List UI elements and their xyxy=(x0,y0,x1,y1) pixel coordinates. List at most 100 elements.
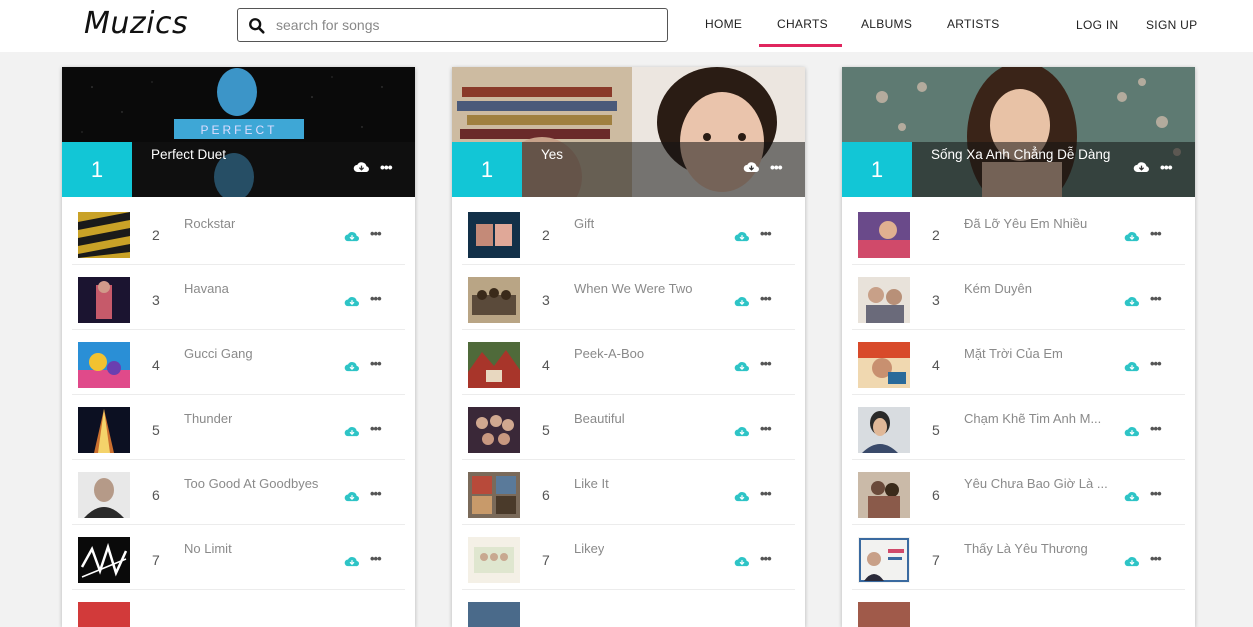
list-item[interactable]: 5 Thunder ••• xyxy=(72,395,405,460)
chart-top-banner[interactable]: 1 Yes ••• xyxy=(452,67,805,197)
download-icon[interactable] xyxy=(734,425,750,438)
song-rank: 4 xyxy=(932,357,940,373)
more-options-icon[interactable]: ••• xyxy=(760,356,772,371)
song-title[interactable]: Yêu Chưa Bao Giờ Là ... xyxy=(964,476,1108,491)
download-icon[interactable] xyxy=(1124,555,1140,568)
song-title[interactable]: When We Were Two xyxy=(574,281,693,296)
song-title[interactable]: Thấy Là Yêu Thương xyxy=(964,541,1088,556)
list-item[interactable]: 5 Beautiful ••• xyxy=(462,395,795,460)
song-title[interactable]: Thunder xyxy=(184,411,232,426)
download-icon[interactable] xyxy=(1124,230,1140,243)
song-title[interactable]: Peek-A-Boo xyxy=(574,346,644,361)
more-options-icon[interactable]: ••• xyxy=(370,421,382,436)
list-item[interactable]: 3 When We Were Two ••• xyxy=(462,265,795,330)
more-options-icon[interactable]: ••• xyxy=(1150,291,1162,306)
list-item[interactable]: 6 Too Good At Goodbyes ••• xyxy=(72,460,405,525)
list-item[interactable]: 4 Peek-A-Boo ••• xyxy=(462,330,795,395)
top-song-title[interactable]: Perfect Duet xyxy=(151,147,226,162)
song-title[interactable]: Chạm Khẽ Tim Anh M... xyxy=(964,411,1101,426)
search-icon[interactable] xyxy=(248,17,266,35)
list-item[interactable]: 6 Yêu Chưa Bao Giờ Là ... ••• xyxy=(852,460,1185,525)
download-icon[interactable] xyxy=(344,230,360,243)
list-item[interactable]: 4 Gucci Gang ••• xyxy=(72,330,405,395)
more-options-icon[interactable]: ••• xyxy=(760,486,772,501)
nav-artists[interactable]: ARTISTS xyxy=(947,17,1000,31)
more-options-icon[interactable]: ••• xyxy=(370,226,382,241)
download-icon[interactable] xyxy=(734,230,750,243)
download-icon[interactable] xyxy=(1124,490,1140,503)
list-item[interactable]: 2 Rockstar ••• xyxy=(72,200,405,265)
more-options-icon[interactable]: ••• xyxy=(760,421,772,436)
download-icon[interactable] xyxy=(344,425,360,438)
download-icon[interactable] xyxy=(734,295,750,308)
search-input[interactable] xyxy=(276,14,656,36)
nav-albums[interactable]: ALBUMS xyxy=(861,17,912,31)
download-icon[interactable] xyxy=(344,555,360,568)
more-options-icon[interactable]: ••• xyxy=(380,159,393,175)
song-title[interactable]: Kém Duyên xyxy=(964,281,1032,296)
nav-home[interactable]: HOME xyxy=(705,17,742,31)
download-icon[interactable] xyxy=(1124,425,1140,438)
site-logo[interactable]: Muzics xyxy=(84,6,188,41)
list-item-partial[interactable] xyxy=(852,590,1185,627)
song-title[interactable]: Like It xyxy=(574,476,609,491)
song-title[interactable]: Gift xyxy=(574,216,594,231)
download-icon[interactable] xyxy=(734,555,750,568)
search-box[interactable] xyxy=(237,8,668,42)
more-options-icon[interactable]: ••• xyxy=(1150,486,1162,501)
song-title[interactable]: Beautiful xyxy=(574,411,625,426)
download-icon[interactable] xyxy=(344,490,360,503)
song-title[interactable]: Likey xyxy=(574,541,604,556)
list-item[interactable]: 6 Like It ••• xyxy=(462,460,795,525)
more-options-icon[interactable]: ••• xyxy=(1150,421,1162,436)
download-icon[interactable] xyxy=(1124,295,1140,308)
list-item-partial[interactable] xyxy=(462,590,795,627)
more-options-icon[interactable]: ••• xyxy=(1150,551,1162,566)
list-item[interactable]: 7 No Limit ••• xyxy=(72,525,405,590)
song-title[interactable]: Đã Lỡ Yêu Em Nhiều xyxy=(964,216,1087,231)
list-item[interactable]: 2 Gift ••• xyxy=(462,200,795,265)
list-item-partial[interactable] xyxy=(72,590,405,627)
list-item[interactable]: 2 Đã Lỡ Yêu Em Nhiều ••• xyxy=(852,200,1185,265)
top-song-title[interactable]: Yes xyxy=(541,147,563,162)
more-options-icon[interactable]: ••• xyxy=(760,551,772,566)
download-icon[interactable] xyxy=(344,360,360,373)
download-icon[interactable] xyxy=(1124,360,1140,373)
list-item[interactable]: 3 Havana ••• xyxy=(72,265,405,330)
chart-top-banner[interactable]: 1 Sống Xa Anh Chẳng Dễ Dàng ••• xyxy=(842,67,1195,197)
download-icon[interactable] xyxy=(1133,160,1150,174)
list-item[interactable]: 3 Kém Duyên ••• xyxy=(852,265,1185,330)
signup-link[interactable]: SIGN UP xyxy=(1146,18,1197,32)
download-icon[interactable] xyxy=(743,160,760,174)
download-icon[interactable] xyxy=(353,160,370,174)
more-options-icon[interactable]: ••• xyxy=(770,159,783,175)
song-title[interactable]: Too Good At Goodbyes xyxy=(184,476,318,491)
download-icon[interactable] xyxy=(734,490,750,503)
list-item[interactable]: 7 Thấy Là Yêu Thương ••• xyxy=(852,525,1185,590)
download-icon[interactable] xyxy=(344,295,360,308)
song-title[interactable]: Gucci Gang xyxy=(184,346,253,361)
more-options-icon[interactable]: ••• xyxy=(370,551,382,566)
song-title[interactable]: Rockstar xyxy=(184,216,235,231)
download-icon[interactable] xyxy=(734,360,750,373)
song-rank: 7 xyxy=(542,552,550,568)
list-item[interactable]: 7 Likey ••• xyxy=(462,525,795,590)
more-options-icon[interactable]: ••• xyxy=(760,291,772,306)
song-title[interactable]: No Limit xyxy=(184,541,232,556)
more-options-icon[interactable]: ••• xyxy=(370,291,382,306)
login-link[interactable]: LOG IN xyxy=(1076,18,1118,32)
more-options-icon[interactable]: ••• xyxy=(1150,226,1162,241)
more-options-icon[interactable]: ••• xyxy=(760,226,772,241)
more-options-icon[interactable]: ••• xyxy=(370,356,382,371)
list-item[interactable]: 5 Chạm Khẽ Tim Anh M... ••• xyxy=(852,395,1185,460)
song-rank: 6 xyxy=(152,487,160,503)
nav-charts[interactable]: CHARTS xyxy=(777,17,828,31)
more-options-icon[interactable]: ••• xyxy=(1160,159,1173,175)
more-options-icon[interactable]: ••• xyxy=(370,486,382,501)
list-item[interactable]: 4 Mặt Trời Của Em ••• xyxy=(852,330,1185,395)
chart-top-banner[interactable]: PERFECT 1 Perfect Duet ••• xyxy=(62,67,415,197)
more-options-icon[interactable]: ••• xyxy=(1150,356,1162,371)
top-song-title[interactable]: Sống Xa Anh Chẳng Dễ Dàng xyxy=(931,147,1110,162)
song-title[interactable]: Havana xyxy=(184,281,229,296)
song-title[interactable]: Mặt Trời Của Em xyxy=(964,346,1063,361)
